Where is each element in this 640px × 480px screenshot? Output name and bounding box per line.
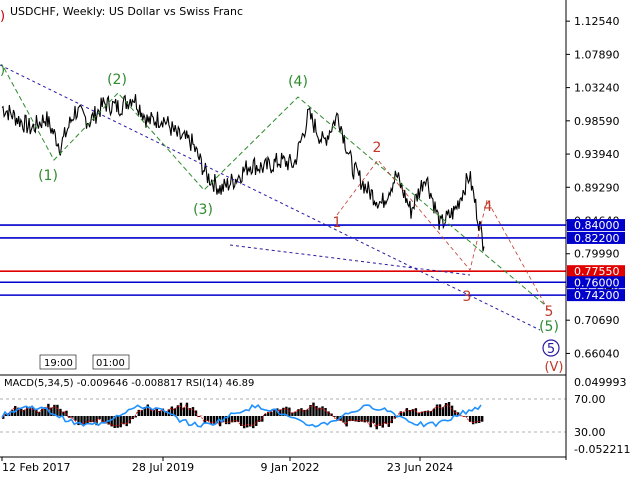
indicator-tick-label: -0.052211 [574,443,630,456]
macd-bar [116,416,119,428]
price-tick-label: 0.98590 [574,115,620,128]
macd-bar [23,410,26,416]
macd-bar [321,406,324,416]
wave-label-red: 5 [545,304,554,320]
macd-bar [56,404,59,416]
level-tag-label: 0.82200 [574,232,620,245]
corner-label: ) [0,9,5,24]
macd-bar [158,411,162,416]
time-label-1: 19:00 [44,358,73,369]
indicator-tick-label: 0.049993 [574,376,627,389]
level-tag-label: 0.74200 [574,289,620,302]
price-path [1,94,485,252]
indicator-tick-label: 30.00 [574,426,606,439]
macd-bar [182,407,186,416]
macd-bar [372,416,375,424]
macd-bar [59,408,62,416]
macd-panel [0,398,566,433]
level-tag-label: 0.76000 [574,276,620,289]
macd-bar [246,416,249,428]
macd-bar [369,416,372,428]
chart-canvas: (1) (2) (3) (4) (5)) 1 2 3 4 5 5 (V) 1.12540 1.07890… [0,0,630,474]
macd-bar [185,402,189,416]
macd-bar [20,408,23,416]
wave-label-red: 1 [333,215,342,231]
wave-label-bottom: (V) [544,360,563,375]
macd-bar [125,416,128,427]
wave-label-red: 3 [463,289,472,305]
macd-bar [255,416,258,426]
chart-title: USDCHF, Weekly: US Dollar vs Swiss Franc [10,5,243,18]
wave-label-green-edge: ) [0,63,5,78]
time-tick-label: 28 Jul 2019 [132,461,194,474]
wave-label-green: (1) [38,168,58,184]
macd-bar [345,416,348,427]
macd-bar [264,414,267,416]
macd-bar [399,411,403,416]
macd-bar [258,416,261,422]
macd-bar [206,416,210,421]
macd-bar [471,416,475,425]
price-tick-label: 1.07890 [574,48,620,61]
macd-bar [243,416,246,429]
macd-bar [405,408,409,416]
macd-bar [381,416,384,428]
macd-bar [191,407,195,416]
macd-bar [315,405,318,416]
axis-layer: 1.12540 1.07890 1.03240 0.98590 0.93940 0.892… [0,0,630,474]
macd-bar [477,416,481,424]
level-tag-label: 0.84000 [574,219,620,232]
wave-label-green: (3) [193,202,213,218]
price-line [1,94,485,252]
macd-bar [324,408,327,416]
macd-bar [92,416,95,423]
price-tick-label: 1.12540 [574,15,620,28]
wave-label-green: (4) [288,74,308,90]
macd-bar [119,416,122,428]
wave-label-purple: 5 [547,342,555,357]
macd-bar [300,408,303,416]
price-tick-label: 0.79990 [574,248,620,261]
wave-label-red: 4 [484,199,493,215]
wave-label-green: (5) [539,319,559,335]
macd-bar [203,416,207,423]
macd-bar [252,416,255,429]
trend-channel-upper [0,64,541,331]
macd-bar [384,416,387,424]
macd-bar [98,416,101,420]
macd-bar [86,416,89,424]
wave-label-red: 2 [373,140,382,156]
macd-bar [375,416,378,430]
macd-bar [179,402,183,416]
price-tick-label: 0.93940 [574,148,620,161]
price-tick-label: 0.66040 [574,347,620,360]
macd-bar [447,402,451,416]
macd-bar [74,416,77,421]
price-tick-label: 1.03240 [574,82,620,95]
macd-bar [77,416,80,426]
price-tick-label: 0.70690 [574,314,620,327]
price-tick-label: 0.89290 [574,181,620,194]
time-label-2: 01:00 [96,358,125,369]
macd-bar [333,416,336,417]
time-tick-label: 12 Feb 2017 [2,461,70,474]
time-label-group: 19:00 01:00 [39,354,130,370]
macd-bar [474,416,478,424]
macd-bar [480,416,484,422]
macd-bar [387,416,390,427]
macd-bar [312,402,315,416]
wave-label-green: (2) [107,72,127,88]
time-tick-label: 23 Jun 2024 [387,461,453,474]
macd-bar [435,404,439,416]
macd-bar [438,404,442,416]
macd-title: MACD(5,34,5) -0.009646 -0.008817 RSI(14)… [4,378,254,389]
time-tick-label: 9 Jan 2022 [261,461,320,474]
wave-annotations: (1) (2) (3) (4) (5)) 1 2 3 4 5 5 (V) [0,63,566,375]
indicator-tick-label: 70.00 [574,393,606,406]
green-wave-path [3,67,546,306]
